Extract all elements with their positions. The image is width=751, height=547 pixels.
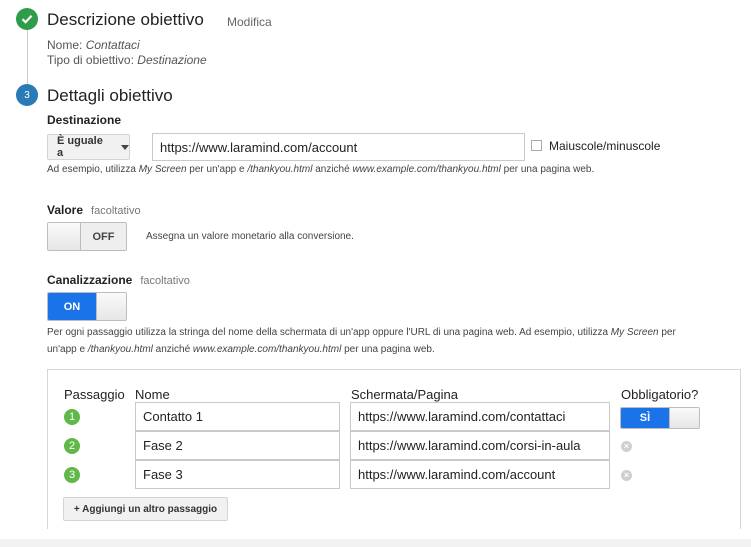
toggle-knob [48, 223, 81, 250]
value-toggle[interactable]: OFF [47, 222, 127, 251]
value-label-row: Valore facoltativo [47, 203, 141, 217]
goal-type-row: Tipo di obiettivo: Destinazione [47, 53, 207, 67]
required-toggle-state: SÌ [621, 408, 669, 428]
funnel-toggle[interactable]: ON [47, 292, 127, 321]
goal-type-label: Tipo di obiettivo: [47, 53, 134, 67]
hint-text: per una pagina web. [503, 164, 595, 175]
chevron-down-icon [121, 144, 129, 150]
hint-text: per un'app e [189, 164, 245, 175]
hint-example: www.example.com/thankyou.html [352, 164, 501, 175]
match-type-dropdown[interactable]: È uguale a [47, 134, 130, 160]
toggle-knob [96, 293, 126, 320]
hint-example: /thankyou.html [87, 344, 153, 355]
value-description: Assegna un valore monetario alla convers… [146, 231, 354, 242]
step-number-badge: 3 [16, 84, 38, 106]
column-header-required: Obbligatorio? [621, 387, 699, 402]
goal-name-label: Nome: [47, 38, 83, 52]
footer-divider [0, 539, 751, 547]
hint-text: anziché [315, 164, 350, 175]
funnel-hint: Per ogni passaggio utilizza la stringa d… [47, 324, 697, 358]
step-number-badge: 1 [64, 409, 80, 425]
hint-example: /thankyou.html [247, 164, 313, 175]
hint-text: Ad esempio, utilizza [47, 164, 136, 175]
add-step-button[interactable]: + Aggiungi un altro passaggio [63, 497, 228, 521]
step-page-input[interactable]: https://www.laramind.com/account [350, 460, 610, 489]
section-title-details: Dettagli obiettivo [47, 86, 173, 105]
hint-example: My Screen [138, 164, 187, 175]
case-sensitive-label: Maiuscole/minuscole [549, 139, 661, 153]
remove-step-icon[interactable]: × [621, 441, 632, 452]
hint-text: anziché [155, 344, 191, 355]
column-header-page: Schermata/Pagina [351, 387, 458, 402]
destination-url-input[interactable]: https://www.laramind.com/account [152, 133, 525, 161]
toggle-knob [669, 408, 699, 428]
hint-text: per una pagina web. [344, 344, 435, 355]
hint-example: My Screen [610, 327, 659, 338]
funnel-label-row: Canalizzazione facoltativo [47, 273, 190, 287]
step-name-input[interactable]: Contatto 1 [135, 402, 340, 431]
step-page-input[interactable]: https://www.laramind.com/corsi-in-aula [350, 431, 610, 460]
value-label: Valore [47, 203, 84, 217]
goal-name-row: Nome: Contattaci [47, 38, 140, 52]
column-header-name: Nome [135, 387, 170, 402]
funnel-optional: facoltativo [140, 275, 190, 287]
destination-hint: Ad esempio, utilizza My Screen per un'ap… [47, 164, 594, 175]
funnel-label: Canalizzazione [47, 273, 133, 287]
timeline-connector [27, 30, 28, 85]
hint-example: www.example.com/thankyou.html [192, 344, 342, 355]
funnel-toggle-state: ON [48, 293, 96, 320]
step-number-badge: 2 [64, 438, 80, 454]
column-header-step: Passaggio [64, 387, 125, 402]
step-name-input[interactable]: Fase 2 [135, 431, 340, 460]
value-toggle-state: OFF [81, 223, 126, 250]
value-optional: facoltativo [91, 205, 141, 217]
case-sensitive-checkbox[interactable] [531, 140, 542, 151]
hint-text: Per ogni passaggio utilizza la stringa d… [47, 327, 609, 338]
step-page-input[interactable]: https://www.laramind.com/contattaci [350, 402, 610, 431]
remove-step-icon[interactable]: × [621, 470, 632, 481]
edit-link[interactable]: Modifica [227, 15, 272, 29]
check-icon [16, 8, 38, 30]
match-type-value: È uguale a [57, 135, 103, 159]
goal-name-value: Contattaci [85, 38, 140, 52]
destination-label: Destinazione [47, 113, 122, 127]
section-title-description: Descrizione obiettivo [47, 10, 204, 29]
goal-type-value: Destinazione [137, 53, 207, 67]
step-name-input[interactable]: Fase 3 [135, 460, 340, 489]
required-toggle[interactable]: SÌ [620, 407, 700, 429]
step-number-badge: 3 [64, 467, 80, 483]
